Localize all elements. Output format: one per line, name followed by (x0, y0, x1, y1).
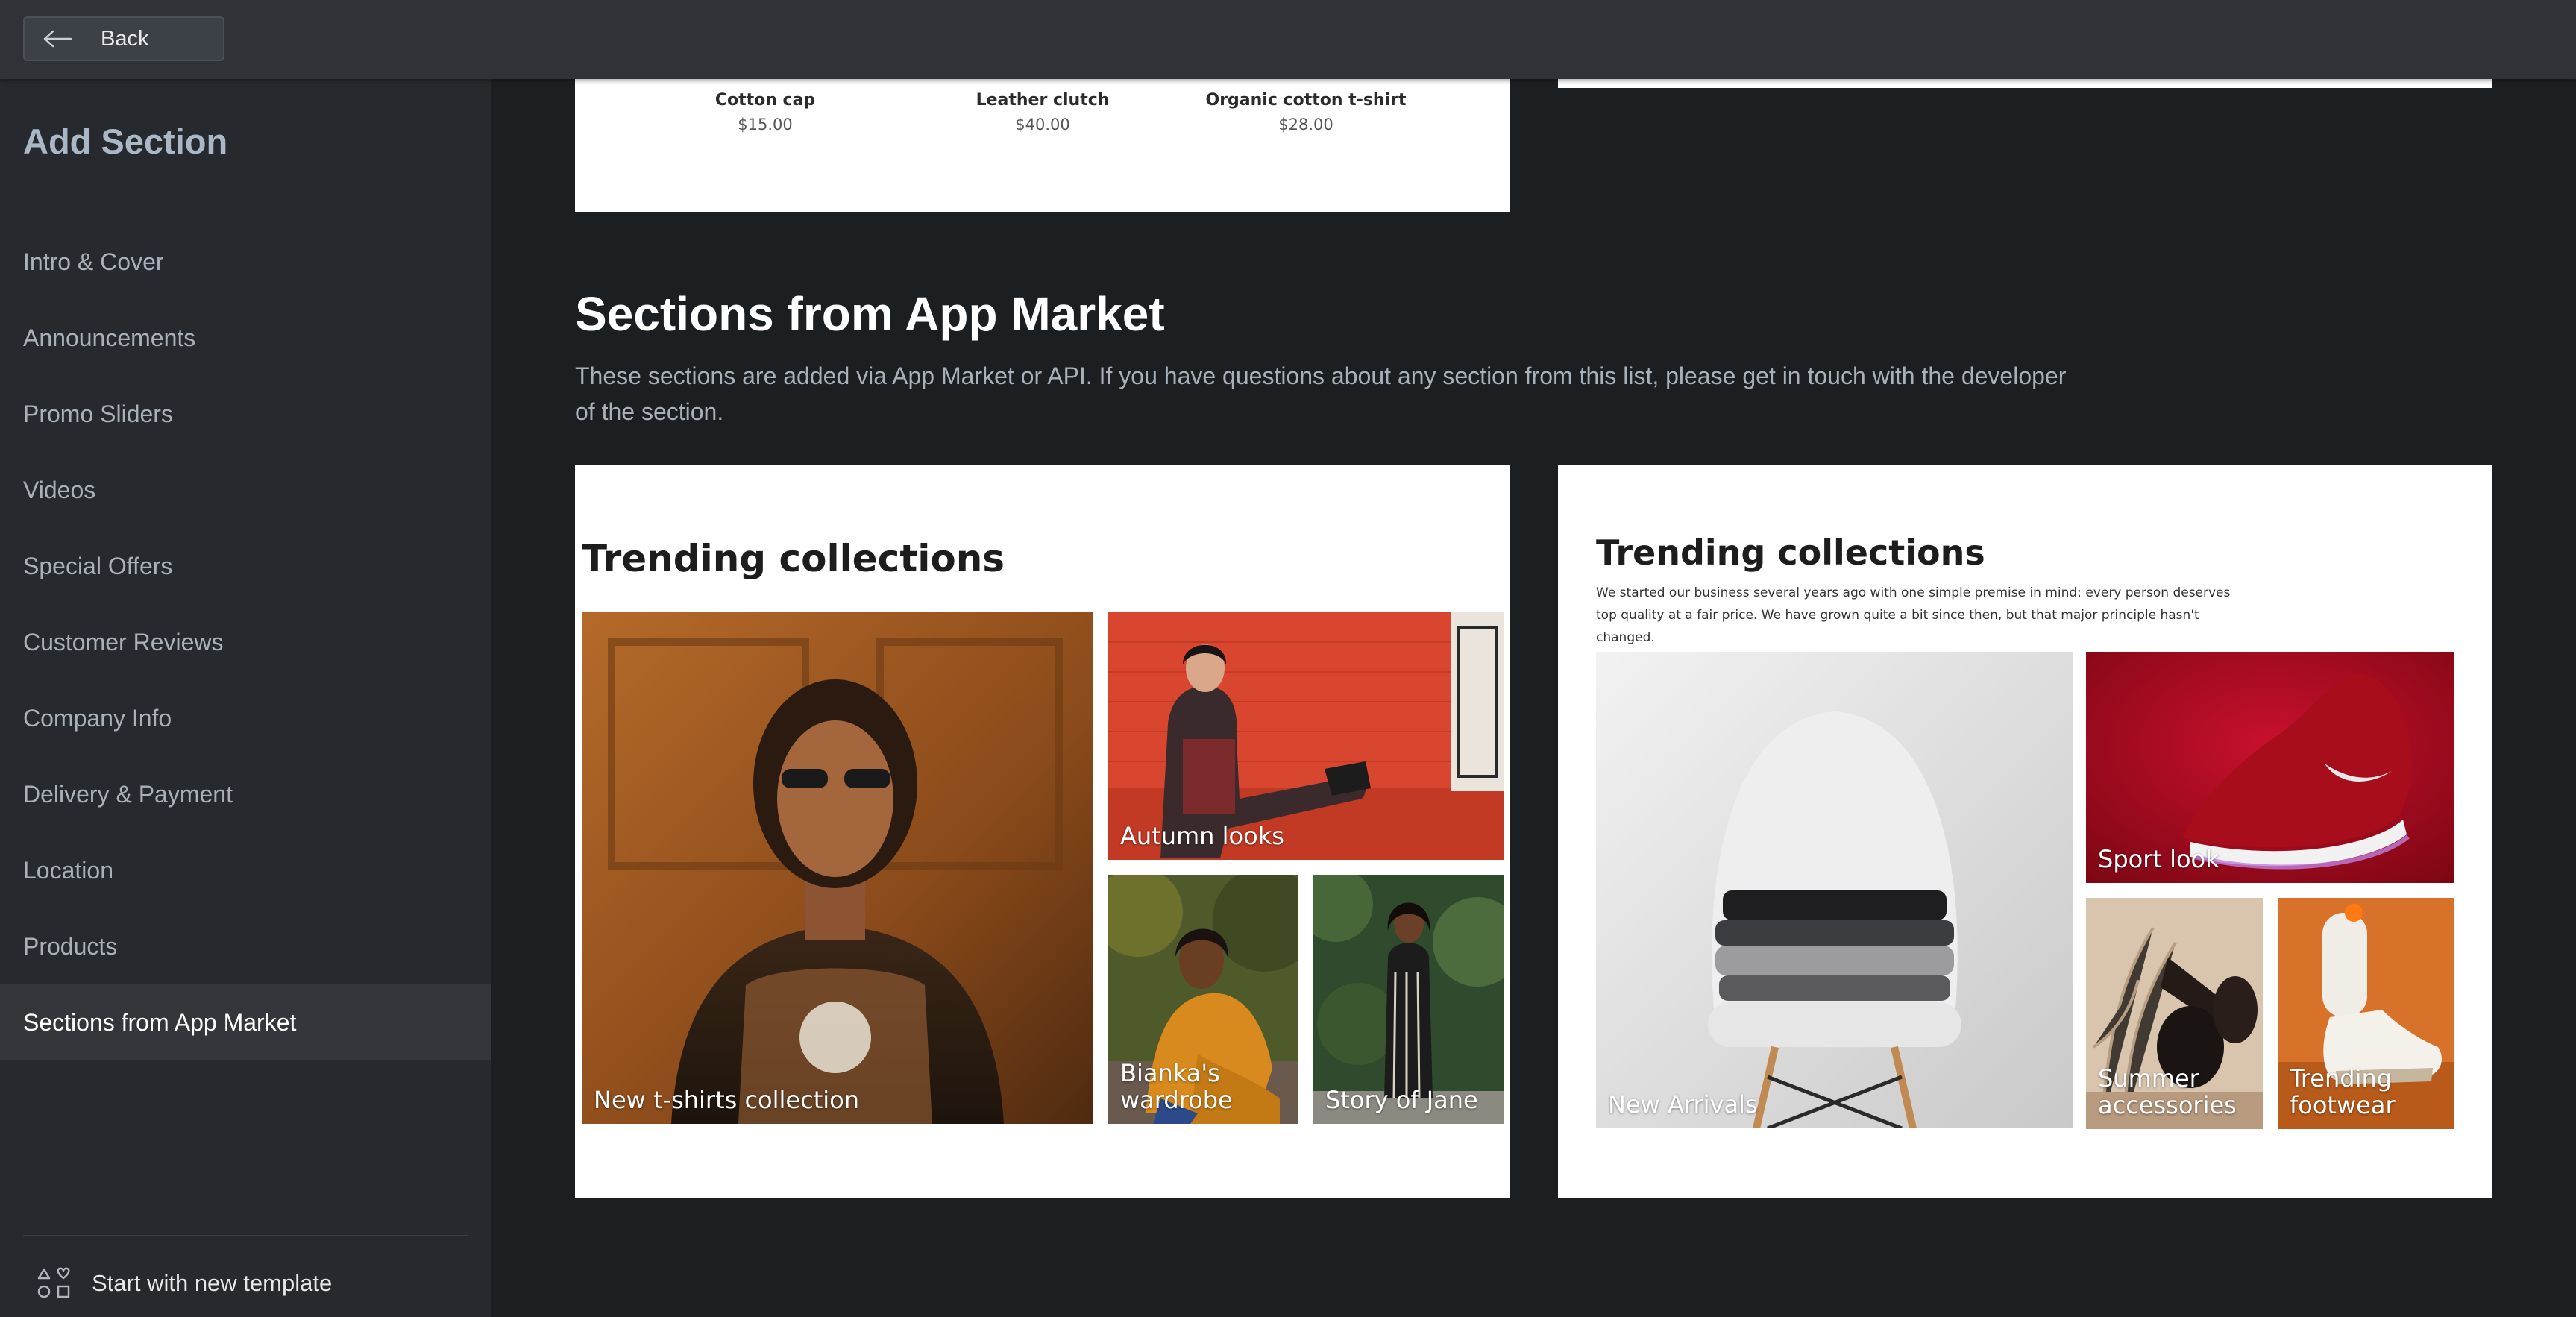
product-name: Organic cotton t-shirt (1205, 91, 1407, 110)
sidebar-item-products[interactable]: Products (0, 908, 491, 984)
sidebar: Add Section Intro & Cover Announcements … (0, 79, 491, 1317)
new-arrivals-photo (1596, 652, 2073, 1128)
sidebar-item-promo-sliders[interactable]: Promo Sliders (0, 376, 491, 452)
sidebar-item-company-info[interactable]: Company Info (0, 680, 491, 756)
sidebar-item-announcements[interactable]: Announcements (0, 300, 491, 376)
collection-tile-new-arrivals[interactable]: New Arrivals (1596, 652, 2073, 1128)
tshirts-photo (582, 612, 1093, 1124)
sidebar-item-location[interactable]: Location (0, 832, 491, 908)
trending-collections-card-a[interactable]: Trending collections New t-shirts collec… (575, 465, 1510, 1198)
preview-card-bottom-edge[interactable] (1558, 79, 2492, 88)
tile-label: Sport look (2098, 845, 2220, 873)
product-name: Cotton cap (714, 91, 816, 110)
start-new-template-button[interactable]: Start with new template (23, 1257, 468, 1310)
sidebar-divider (23, 1235, 468, 1236)
product-name: Leather clutch (976, 91, 1110, 110)
sidebar-item-videos[interactable]: Videos (0, 452, 491, 528)
card-subtitle: We started our business several years ag… (1596, 585, 2231, 645)
tile-label: New Arrivals (1608, 1090, 1758, 1119)
tile-label: New t-shirts collection (594, 1086, 859, 1114)
arrow-left-icon (43, 30, 72, 48)
tile-label: Trending footwear (2290, 1064, 2396, 1119)
back-button-label: Back (101, 26, 149, 51)
section-description: These sections are added via App Market … (575, 362, 2067, 425)
section-menu: Intro & Cover Announcements Promo Slider… (0, 224, 491, 1060)
sidebar-item-intro-cover[interactable]: Intro & Cover (0, 224, 491, 300)
products-preview-card[interactable]: Cotton cap $15.00 Leather clutch $40.00 … (575, 79, 1510, 212)
section-heading: Sections from App Market (575, 287, 1165, 341)
trending-collections-card-b[interactable]: Trending collections We started our busi… (1558, 465, 2492, 1198)
sidebar-item-app-market[interactable]: Sections from App Market (0, 984, 491, 1060)
collection-tile-autumn[interactable]: Autumn looks (1108, 612, 1504, 860)
sidebar-item-special-offers[interactable]: Special Offers (0, 528, 491, 604)
tile-label: Autumn looks (1120, 822, 1284, 850)
tile-label: Story of Jane (1325, 1086, 1478, 1114)
product-item: Leather clutch $40.00 (931, 91, 1155, 133)
sidebar-item-delivery-payment[interactable]: Delivery & Payment (0, 756, 491, 832)
collection-tile-tshirts[interactable]: New t-shirts collection (582, 612, 1093, 1124)
product-price: $28.00 (1278, 116, 1333, 133)
collection-tile-summer-accessories[interactable]: Summer accessories (2086, 898, 2263, 1129)
card-title: Trending collections (1596, 532, 1985, 573)
template-shapes-icon (37, 1265, 74, 1302)
tile-label: Summer accessories (2098, 1064, 2237, 1119)
collection-tile-bianka[interactable]: Bianka's wardrobe (1108, 875, 1298, 1124)
back-button[interactable]: Back (23, 16, 224, 61)
start-new-template-label: Start with new template (92, 1270, 333, 1296)
top-bar: Back (0, 0, 2576, 79)
collection-tile-trending-footwear[interactable]: Trending footwear (2278, 898, 2454, 1129)
card-title: Trending collections (582, 537, 1005, 580)
main-content: Cotton cap $15.00 Leather clutch $40.00 … (491, 0, 2576, 1317)
collection-tile-sport-look[interactable]: Sport look (2086, 652, 2454, 883)
product-item: Cotton cap $15.00 (653, 91, 877, 133)
product-price: $40.00 (1015, 116, 1070, 133)
product-item: Organic cotton t-shirt $28.00 (1179, 91, 1433, 133)
sidebar-title: Add Section (23, 122, 228, 161)
collection-tile-jane[interactable]: Story of Jane (1313, 875, 1504, 1124)
tile-label: Bianka's wardrobe (1120, 1059, 1233, 1114)
sidebar-item-customer-reviews[interactable]: Customer Reviews (0, 604, 491, 680)
product-price: $15.00 (738, 116, 793, 133)
